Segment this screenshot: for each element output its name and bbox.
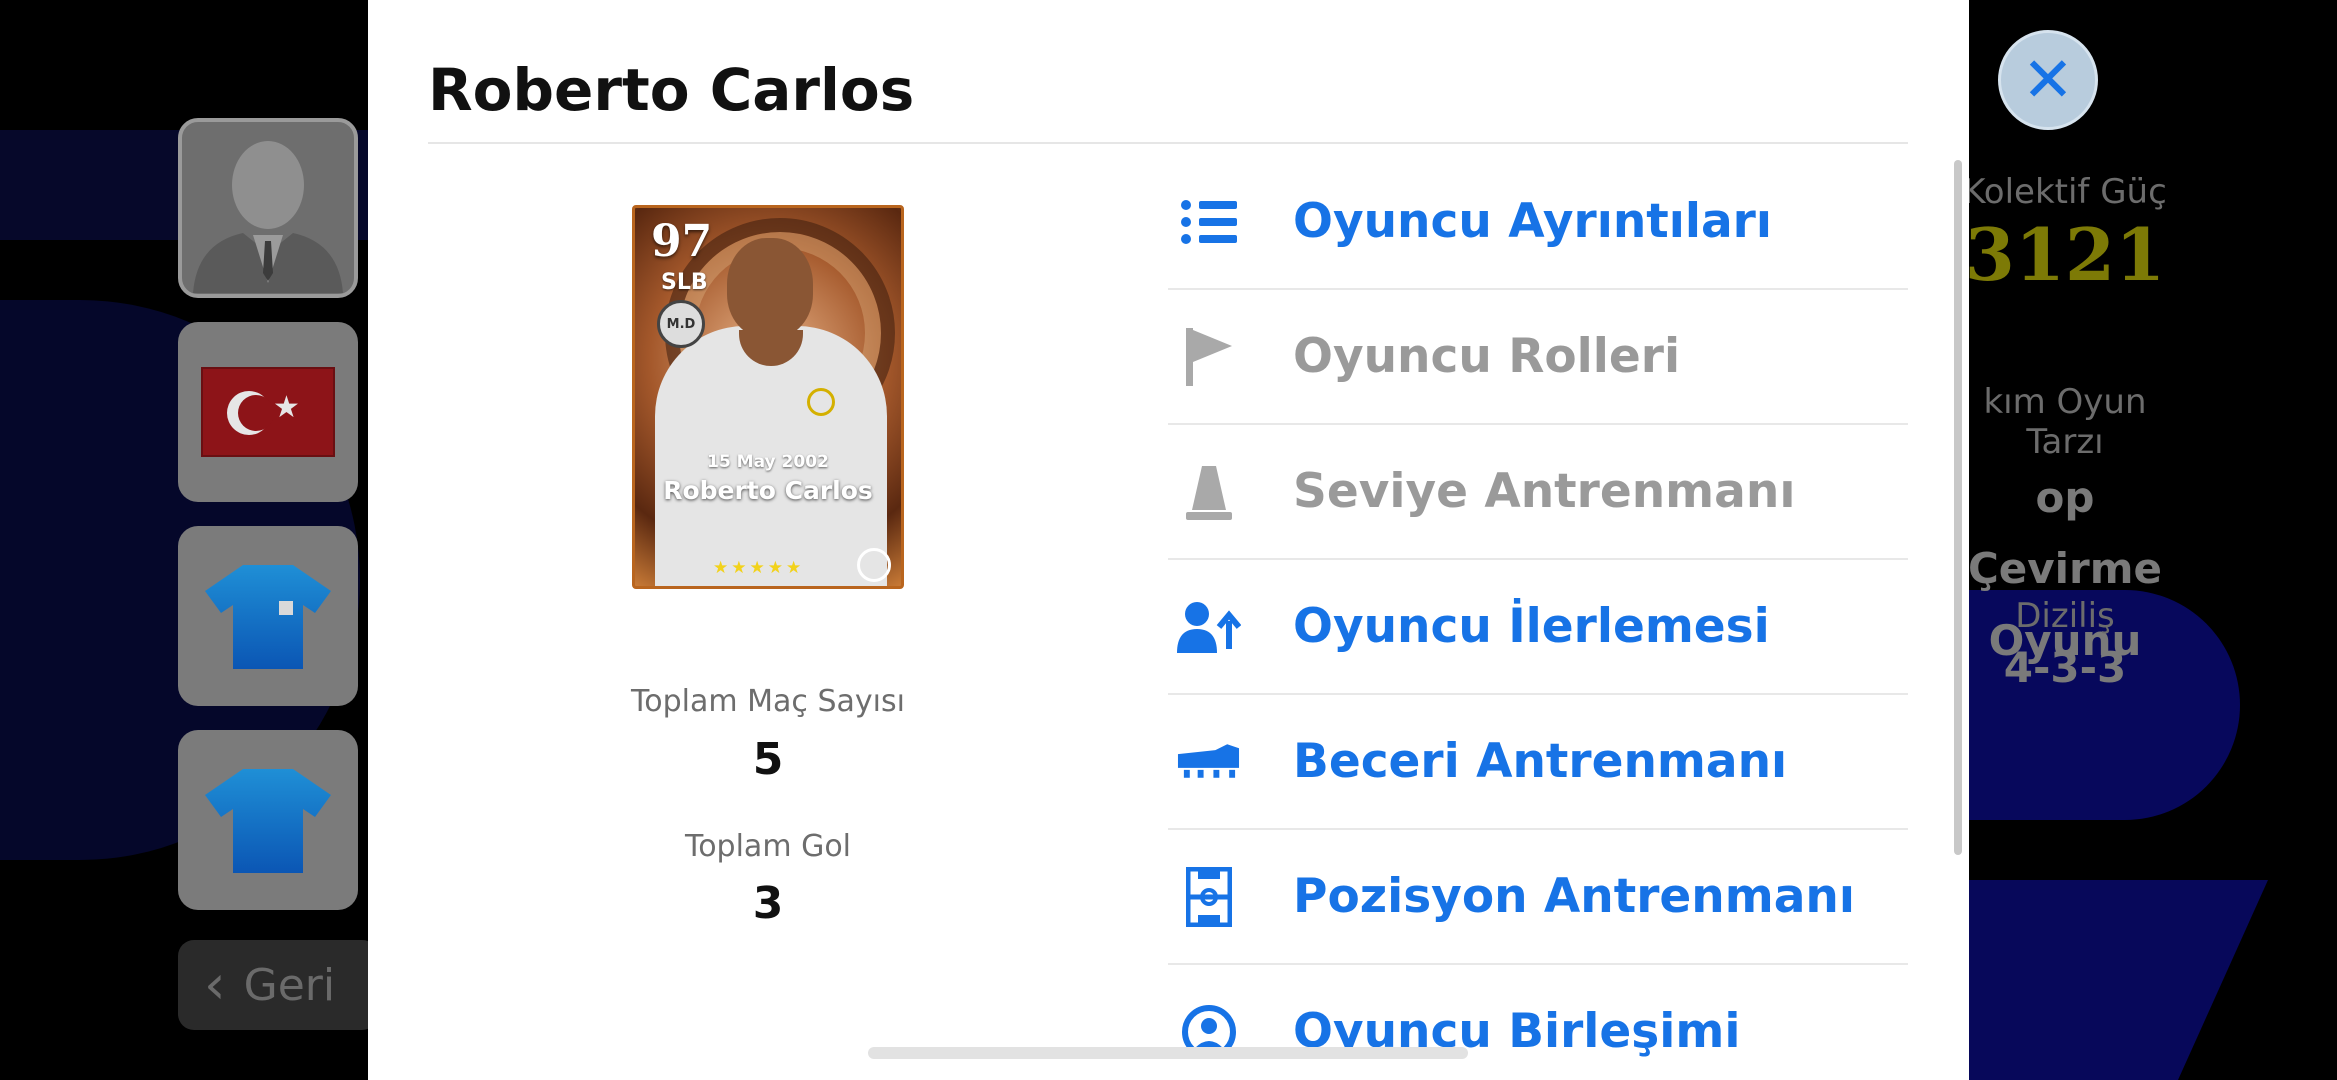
menu-item-player-roles[interactable]: Oyuncu Rolleri bbox=[1168, 290, 1908, 425]
player-card[interactable]: 97 SLB M.D 15 May 2002 Roberto Carlos ★★… bbox=[632, 205, 904, 589]
menu-label: Seviye Antrenmanı bbox=[1293, 464, 1796, 519]
nationality-tile[interactable]: ★ bbox=[178, 322, 358, 502]
play-style-value-line1: op Çevirme bbox=[1967, 473, 2163, 594]
formation-label: Diziliş bbox=[2015, 596, 2115, 636]
flag-icon bbox=[1176, 327, 1241, 387]
menu-item-skill-training[interactable]: Beceri Antrenmanı bbox=[1168, 695, 1908, 830]
background-slash bbox=[1968, 880, 2268, 1080]
menu-item-player-progress[interactable]: Oyuncu İlerlemesi bbox=[1168, 560, 1908, 695]
list-icon bbox=[1176, 192, 1241, 252]
home-kit-tile[interactable] bbox=[178, 526, 358, 706]
menu-label: Oyuncu İlerlemesi bbox=[1293, 599, 1770, 654]
player-modal: Roberto Carlos 97 SLB M.D 15 May 2002 Ro… bbox=[368, 0, 1969, 1080]
home-indicator[interactable] bbox=[868, 1047, 1468, 1059]
menu-item-level-training[interactable]: Seviye Antrenmanı bbox=[1168, 425, 1908, 560]
card-date: 15 May 2002 bbox=[707, 452, 829, 472]
player-progress-icon bbox=[1176, 597, 1241, 657]
player-head bbox=[727, 238, 813, 338]
boot-icon bbox=[1176, 732, 1241, 792]
training-cone-icon bbox=[1176, 462, 1241, 522]
card-rating: 97 bbox=[651, 216, 713, 267]
total-matches-value: 5 bbox=[752, 734, 784, 785]
collective-power: Kolektif Güç 3121 bbox=[1950, 172, 2180, 297]
scrollbar[interactable] bbox=[1954, 160, 1962, 855]
back-label: Geri bbox=[243, 959, 336, 1011]
menu-label: Oyuncu Ayrıntıları bbox=[1293, 194, 1772, 249]
away-kit-tile[interactable] bbox=[178, 730, 358, 910]
player-menu: Oyuncu Ayrıntıları Oyuncu Rolleri Seviye… bbox=[1168, 155, 1908, 1080]
play-style-label: kım Oyun Tarzı bbox=[1983, 382, 2147, 462]
formation-value: 4-3-3 bbox=[2003, 643, 2127, 692]
manager-avatar-tile[interactable] bbox=[178, 118, 358, 298]
total-goals-value: 3 bbox=[752, 878, 784, 929]
menu-item-player-merge[interactable]: Oyuncu Birleşimi bbox=[1168, 965, 1908, 1080]
formation: Diziliş 4-3-3 bbox=[1950, 596, 2180, 699]
card-stars-icon: ★★★★★ bbox=[713, 558, 805, 578]
menu-label: Pozisyon Antrenmanı bbox=[1293, 869, 1856, 924]
close-button[interactable]: ✕ bbox=[1998, 30, 2098, 130]
total-goals-label: Toplam Gol bbox=[684, 829, 852, 864]
collective-power-value: 3121 bbox=[1964, 212, 2166, 297]
menu-label: Beceri Antrenmanı bbox=[1293, 734, 1788, 789]
title-divider bbox=[428, 142, 1908, 144]
menu-item-player-details[interactable]: Oyuncu Ayrıntıları bbox=[1168, 155, 1908, 290]
total-matches-label: Toplam Maç Sayısı bbox=[631, 684, 905, 719]
back-button[interactable]: ‹ Geri bbox=[178, 940, 378, 1030]
close-icon: ✕ bbox=[2022, 43, 2074, 116]
shirt-icon bbox=[205, 565, 331, 669]
club-badge-icon: M.D bbox=[657, 300, 705, 348]
chevron-left-icon: ‹ bbox=[204, 953, 226, 1016]
collective-power-label: Kolektif Güç bbox=[1963, 172, 2167, 212]
menu-label: Oyuncu Rolleri bbox=[1293, 329, 1681, 384]
pitch-icon bbox=[1176, 866, 1241, 927]
shirt-icon bbox=[205, 769, 331, 873]
efootball-logo-icon bbox=[857, 548, 891, 582]
shirt-crest-icon bbox=[807, 388, 835, 416]
page-title: Roberto Carlos bbox=[428, 56, 915, 124]
card-position: SLB bbox=[661, 270, 708, 295]
turkey-flag-icon: ★ bbox=[201, 367, 335, 457]
card-player-name: Roberto Carlos bbox=[663, 476, 873, 505]
menu-item-position-training[interactable]: Pozisyon Antrenmanı bbox=[1168, 830, 1908, 965]
manager-avatar-icon bbox=[193, 141, 343, 293]
